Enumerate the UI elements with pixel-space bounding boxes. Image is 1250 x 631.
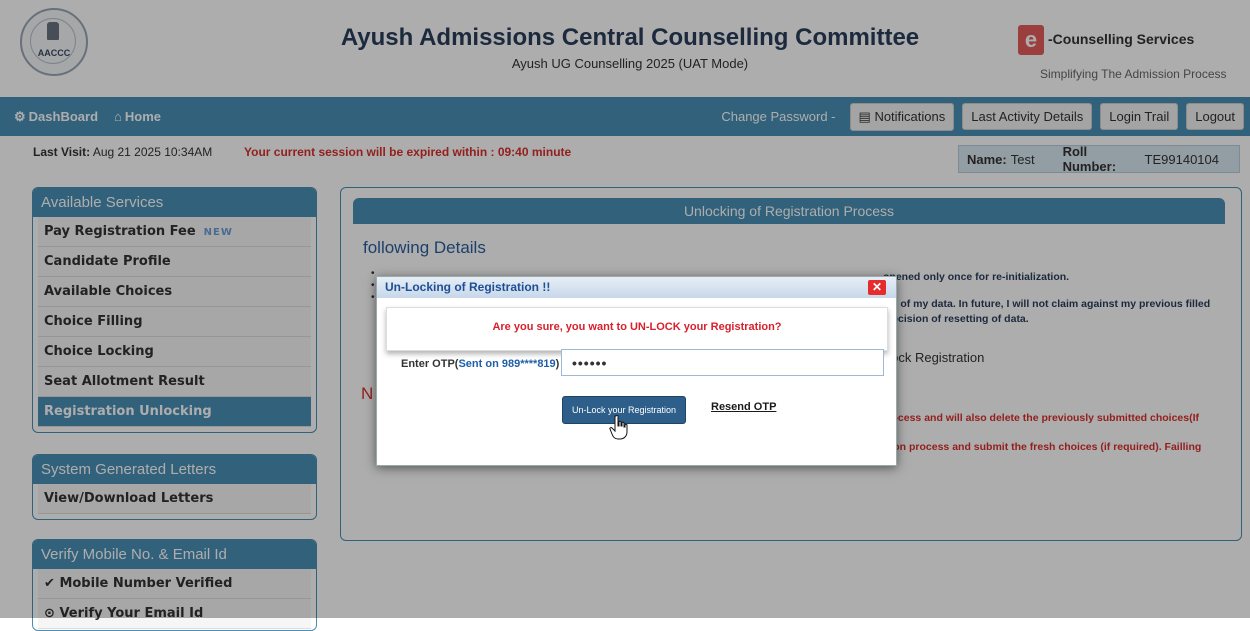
- confirm-message-box: Are you sure, you want to UN-LOCK your R…: [386, 307, 888, 351]
- otp-input[interactable]: ••••••: [561, 349, 884, 376]
- unlock-registration-dialog: Un-Locking of Registration !! ✕ Are you …: [376, 276, 897, 466]
- hand-cursor-icon: [609, 415, 628, 440]
- confirm-message: Are you sure, you want to UN-LOCK your R…: [492, 321, 782, 333]
- resend-otp-link[interactable]: Resend OTP: [711, 401, 776, 413]
- close-icon[interactable]: ✕: [868, 280, 886, 295]
- dialog-title: Un-Locking of Registration !!: [385, 280, 551, 294]
- dialog-titlebar: Un-Locking of Registration !! ✕: [377, 277, 896, 298]
- otp-label: Enter OTP(Sent on 989****819) :: [401, 358, 566, 370]
- otp-label-prefix: Enter OTP(: [401, 358, 459, 370]
- otp-sent-number: Sent on 989****819: [458, 358, 556, 370]
